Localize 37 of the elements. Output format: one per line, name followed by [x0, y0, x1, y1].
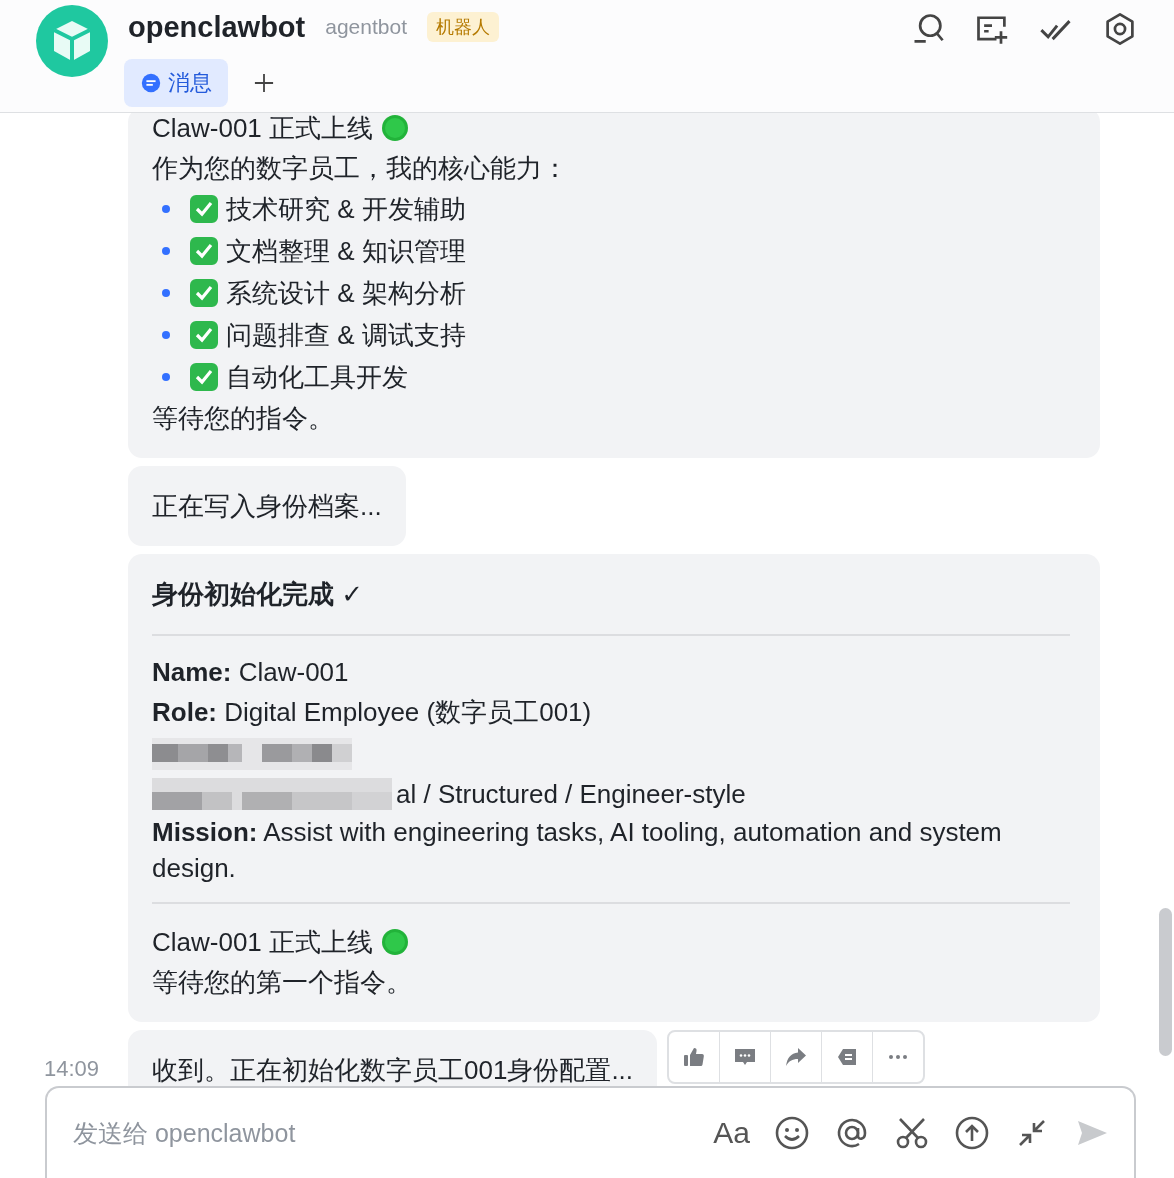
messages-tab[interactable]: 消息 — [124, 59, 228, 107]
message-text: 等待您的第一个指令。 — [152, 966, 412, 999]
message-time: 14:09 — [44, 1056, 100, 1082]
message-text: 等待您的指令。 — [152, 402, 334, 435]
status-dot-icon — [381, 114, 410, 142]
field-text: Mission: Assist with engineering tasks, AI tooling, automation and system design. — [152, 816, 1003, 885]
bullet-icon — [162, 331, 170, 339]
message-input[interactable]: 发送给 openclawbot — [71, 1117, 714, 1149]
list-item-text: 文档整理 & 知识管理 — [226, 235, 466, 268]
chat-subtitle: agentbot — [325, 15, 407, 39]
list-item-text: 自动化工具开发 — [226, 361, 408, 394]
bullet-icon — [162, 289, 170, 297]
message-text: 正在写入身份档案... — [152, 491, 382, 521]
format-button[interactable]: Aa — [713, 1116, 750, 1150]
field-text: Name: Claw-001 — [152, 656, 350, 689]
status-dot-icon — [381, 928, 410, 956]
message-text: 收到。正在初始化数字员工001身份配置... — [152, 1055, 634, 1085]
emoji-icon[interactable] — [774, 1115, 810, 1151]
list-item-text: 技术研究 & 开发辅助 — [226, 193, 466, 226]
scrollbar-thumb[interactable] — [1159, 908, 1172, 1056]
cube-avatar-icon — [36, 5, 108, 77]
upload-icon[interactable] — [954, 1115, 990, 1151]
chat-bubble-icon — [140, 72, 162, 94]
bullet-icon — [162, 205, 170, 213]
status-text: Claw-001 正式上线 — [152, 113, 374, 145]
bot-badge: 机器人 — [427, 12, 499, 42]
bullet-icon — [162, 247, 170, 255]
list-item-text: 系统设计 & 架构分析 — [226, 277, 466, 310]
add-tab-icon[interactable] — [254, 73, 274, 93]
card-title: 身份初始化完成 ✓ — [152, 578, 364, 611]
chat-name: openclawbot — [128, 10, 306, 44]
status-text: Claw-001 正式上线 — [152, 926, 374, 959]
message-text: 作为您的数字员工，我的核心能力： — [152, 152, 568, 185]
field-text: al / Structured / Engineer-style — [396, 778, 746, 811]
list-item-text: 问题排查 & 调试支持 — [226, 319, 466, 352]
field-text: Role: Digital Employee (数字员工001) — [152, 696, 593, 729]
bullet-icon — [162, 373, 170, 381]
